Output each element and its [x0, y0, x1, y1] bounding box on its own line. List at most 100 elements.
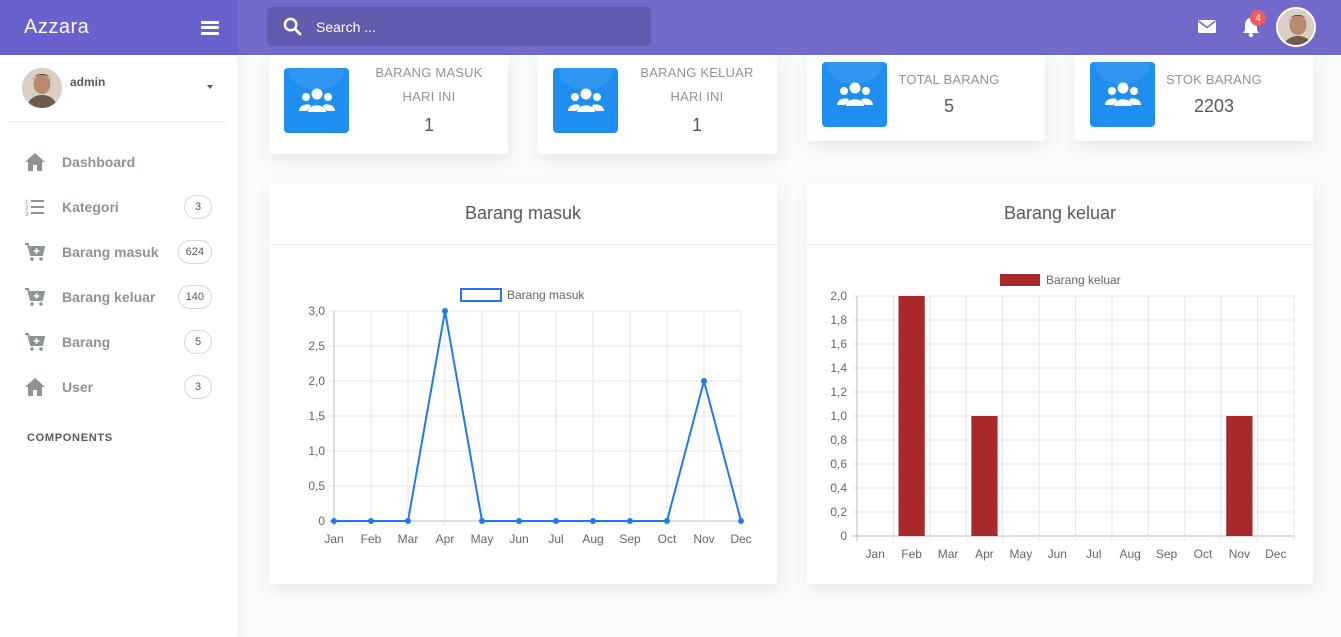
x-tick-label: Mar	[938, 547, 959, 561]
data-point	[701, 378, 707, 384]
sidebar-item-label: Barang masuk	[62, 243, 159, 260]
x-tick-label: Apr	[436, 532, 455, 546]
x-tick-label: Oct	[658, 532, 677, 546]
stat-card-barang-masuk: BARANG MASUK HARI INI 1	[269, 55, 508, 154]
data-point	[738, 518, 744, 524]
navbar-avatar[interactable]	[1276, 7, 1316, 47]
x-tick-label: Jun	[1048, 547, 1067, 561]
x-tick-label: Jul	[548, 532, 563, 546]
users-icon	[1090, 62, 1155, 127]
stat-value: 5	[943, 96, 954, 116]
sidebar-item-dashboard[interactable]: Dashboard	[0, 139, 237, 184]
y-tick-label: 1,5	[308, 409, 325, 423]
users-icon	[822, 62, 887, 127]
bar	[971, 416, 998, 536]
line-chart: 0 0,5 1,0 1,5 2,0 2,5 3,0 Jan Feb Mar Apr May Jun Jul…	[308, 288, 752, 546]
x-tick-label: Aug	[582, 532, 603, 546]
data-point	[664, 518, 670, 524]
y-tick-label: 1,8	[830, 313, 847, 327]
y-tick-label: 2,0	[830, 289, 847, 303]
stat-card-stok-barang: STOK BARANG 2203	[1075, 55, 1313, 141]
chart-card-barang-keluar: Barang keluar 0 0,2 0,4 0,6 0,8 1,0 1,2 1,4 1,6 1…	[807, 184, 1313, 584]
sidebar-item-label: User	[62, 378, 94, 395]
x-tick-label: Feb	[901, 547, 922, 561]
mail-icon[interactable]	[1197, 16, 1217, 41]
sidebar-item-barang[interactable]: Barang 5	[0, 319, 237, 364]
sidebar: admin Dashboard 123 Kategori 3 Barang ma…	[0, 55, 237, 637]
data-point	[627, 518, 633, 524]
user-name: admin	[70, 75, 106, 89]
sidebar-item-barang-keluar[interactable]: Barang keluar 140	[0, 274, 237, 319]
stat-label: STOK BARANG	[1166, 72, 1262, 87]
y-tick-label: 0	[318, 514, 325, 528]
stat-label: BARANG MASUK HARI INI	[375, 65, 483, 104]
y-tick-label: 0	[840, 529, 847, 543]
data-point	[442, 308, 448, 314]
cart-plus-icon	[24, 331, 46, 353]
notification-badge: 4	[1250, 10, 1266, 26]
svg-text:3: 3	[25, 212, 29, 216]
avatar	[22, 68, 62, 108]
x-tick-label: Mar	[398, 532, 419, 546]
legend-swatch	[1000, 274, 1040, 286]
user-profile[interactable]: admin	[8, 55, 227, 122]
section-title-components: COMPONENTS	[27, 432, 113, 444]
stat-value: 1	[691, 115, 702, 135]
bar	[1226, 416, 1253, 536]
data-point	[590, 518, 596, 524]
y-tick-label: 3,0	[308, 304, 325, 318]
x-tick-label: Dec	[1265, 547, 1286, 561]
count-badge: 5	[184, 329, 212, 354]
stat-value: 2203	[1193, 96, 1235, 116]
brand-logo[interactable]: Azzara	[24, 16, 89, 39]
cart-plus-icon	[24, 286, 46, 308]
y-tick-label: 1,0	[308, 444, 325, 458]
data-point	[405, 518, 411, 524]
stat-label: TOTAL BARANG	[898, 72, 1000, 87]
y-tick-label: 0,5	[308, 479, 325, 493]
data-point	[479, 518, 485, 524]
y-tick-label: 1,4	[830, 361, 847, 375]
x-tick-label: Jun	[509, 532, 528, 546]
home-icon	[24, 376, 46, 398]
x-tick-label: Nov	[1229, 547, 1250, 561]
x-tick-label: Dec	[730, 532, 751, 546]
x-tick-label: Jan	[866, 547, 885, 561]
stat-card-barang-keluar: BARANG KELUAR HARI INI 1	[538, 55, 777, 154]
y-tick-label: 2,5	[308, 339, 325, 353]
y-tick-label: 1,0	[830, 409, 847, 423]
x-tick-label: Apr	[975, 547, 994, 561]
count-badge: 3	[184, 194, 212, 219]
data-point	[368, 518, 374, 524]
y-tick-label: 1,6	[830, 337, 847, 351]
x-tick-label: Sep	[1156, 547, 1178, 561]
caret-down-icon[interactable]	[207, 85, 213, 89]
search-input[interactable]	[316, 18, 616, 35]
stat-value: 1	[423, 115, 434, 135]
count-badge: 3	[184, 374, 212, 399]
y-tick-label: 0,8	[830, 433, 847, 447]
sidebar-item-barang-masuk[interactable]: Barang masuk 624	[0, 229, 237, 274]
x-tick-label: Feb	[361, 532, 382, 546]
y-tick-label: 0,6	[830, 457, 847, 471]
bell-icon[interactable]: 4	[1241, 10, 1266, 43]
count-badge: 140	[177, 284, 212, 309]
sidebar-item-label: Barang	[62, 333, 111, 350]
data-point	[553, 518, 559, 524]
x-tick-label: May	[471, 532, 494, 546]
sidebar-item-label: Barang keluar	[62, 288, 156, 305]
x-tick-label: Jul	[1086, 547, 1101, 561]
chart-card-barang-masuk: Barang masuk 0 0,5 1,0 1,5 2,0 2,5 3,0 Jan Feb Ma…	[269, 184, 777, 584]
data-point	[331, 518, 337, 524]
menu-toggle-icon[interactable]	[201, 20, 219, 35]
bar	[898, 296, 925, 536]
sidebar-item-kategori[interactable]: 123 Kategori 3	[0, 184, 237, 229]
sidebar-item-user[interactable]: User 3	[0, 364, 237, 409]
legend-swatch	[460, 288, 502, 302]
x-tick-label: Sep	[619, 532, 641, 546]
stat-card-total-barang: TOTAL BARANG 5	[807, 55, 1045, 141]
sidebar-item-label: Kategori	[62, 198, 119, 215]
count-badge: 624	[177, 239, 212, 264]
data-point	[516, 518, 522, 524]
search-icon[interactable]	[283, 17, 302, 36]
